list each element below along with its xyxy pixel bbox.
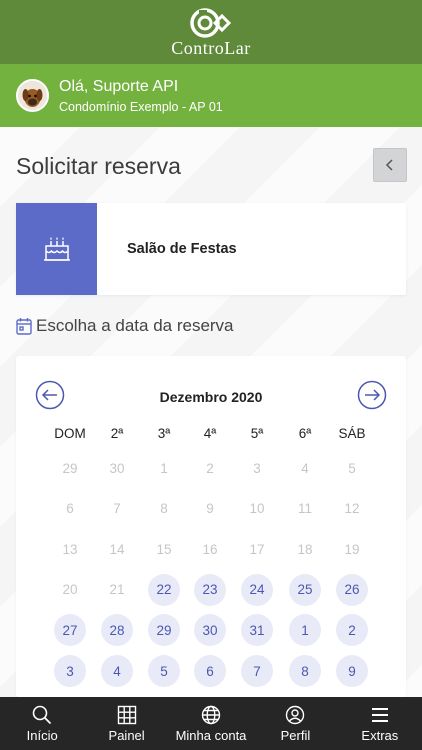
calendar-day-disabled: 5 (348, 460, 356, 476)
calendar-day-available[interactable]: 5 (148, 655, 180, 687)
date-section-text: Escolha a data da reserva (36, 316, 234, 335)
calendar-day-available[interactable]: 23 (194, 573, 226, 606)
weekday-header: 2ª (110, 426, 124, 441)
calendar-day-disabled: 2 (206, 460, 214, 476)
calendar-day-available[interactable]: 4 (101, 655, 133, 687)
weekday-header: 4ª (203, 426, 217, 441)
nav-label: Início (26, 727, 58, 743)
calendar-day-disabled: 17 (249, 541, 265, 557)
calendar-day-disabled: 3 (253, 460, 261, 476)
calendar-day-disabled: 19 (344, 541, 360, 557)
dog-avatar-icon (18, 81, 47, 110)
weekday-header: DOM (54, 426, 86, 441)
nav-label: Painel (108, 727, 145, 743)
user-icon (286, 705, 305, 724)
grid-icon (117, 705, 136, 724)
avatar[interactable] (16, 79, 49, 112)
weekday-header: 5ª (250, 426, 264, 441)
calendar-day-available[interactable]: 31 (241, 614, 273, 647)
calendar-day-disabled: 11 (297, 501, 312, 517)
calendar-day-available[interactable]: 22 (148, 573, 180, 606)
nav-label: Extras (361, 727, 399, 743)
condo-unit: Condomínio Exemplo - AP 01 (59, 99, 223, 114)
calendar-day-available[interactable]: 8 (289, 655, 321, 687)
calendar-month: Dezembro 2020 (159, 389, 263, 405)
calendar-day-disabled: 6 (66, 501, 74, 517)
nav-item-perfil[interactable]: Perfil (253, 697, 337, 750)
calendar-day-disabled: 14 (109, 541, 125, 557)
search-icon (32, 705, 52, 724)
calendar-day-disabled: 4 (301, 460, 309, 476)
calendar-day-available[interactable]: 2 (336, 614, 368, 647)
calendar-day-disabled: 18 (297, 541, 313, 557)
venue-card[interactable]: Salão de Festas (16, 203, 406, 295)
calendar-day-disabled: 15 (156, 541, 172, 557)
controlar-logo-icon (190, 7, 232, 38)
calendar: Dezembro 2020 DOM 2ª 3ª 4ª 5ª 6ª SÁB 29 30 1 2 3 4 5 6… (16, 356, 406, 697)
weekday-header: SÁB (338, 426, 366, 441)
calendar-day-available[interactable]: 24 (241, 573, 273, 606)
birthday-cake-icon (43, 237, 70, 261)
calendar-day-disabled: 29 (62, 460, 78, 476)
app-header: ControLar (0, 0, 422, 64)
bottom-nav: Início Painel Minha conta Perfil Extras (0, 697, 422, 750)
nav-item-minha-conta[interactable]: Minha conta (169, 697, 253, 750)
main-content: Solicitar reserva Salão de Festas Escolh… (0, 127, 422, 697)
logo-text: ControLar (171, 37, 251, 58)
calendar-day-disabled: 21 (109, 582, 125, 598)
venue-name: Salão de Festas (127, 241, 237, 257)
calendar-day-available[interactable]: 25 (289, 573, 321, 606)
calendar-day-available[interactable]: 28 (101, 614, 133, 647)
nav-item-inicio[interactable]: Início (0, 697, 84, 750)
weekday-header: 6ª (298, 426, 312, 441)
calendar-day-available[interactable]: 26 (336, 573, 368, 606)
calendar-day-available[interactable]: 1 (289, 614, 321, 647)
calendar-day-disabled: 8 (160, 501, 168, 517)
nav-item-painel[interactable]: Painel (84, 697, 168, 750)
page-title: Solicitar reserva (16, 153, 181, 179)
back-button[interactable] (373, 148, 407, 182)
calendar-day-available[interactable]: 29 (148, 614, 180, 647)
calendar-day-disabled: 16 (202, 541, 218, 557)
calendar-day-disabled: 12 (344, 501, 360, 517)
venue-icon-box (16, 203, 97, 295)
calendar-day-available[interactable]: 7 (241, 655, 273, 687)
nav-item-extras[interactable]: Extras (338, 697, 422, 750)
calendar-day-available[interactable]: 27 (54, 614, 86, 647)
calendar-day-disabled: 13 (62, 541, 78, 557)
calendar-day-disabled: 7 (113, 501, 121, 517)
date-section-label: Escolha a data da reserva (16, 316, 234, 336)
calendar-icon (16, 318, 32, 335)
calendar-day-available[interactable]: 9 (336, 655, 368, 687)
menu-icon (371, 707, 388, 722)
weekday-header: 3ª (157, 426, 171, 441)
calendar-day-available[interactable]: 3 (54, 655, 86, 687)
calendar-day-disabled: 1 (160, 460, 168, 476)
next-month-icon[interactable] (357, 380, 387, 410)
user-bar: Olá, Suporte API Condomínio Exemplo - AP… (0, 64, 422, 127)
calendar-day-disabled: 30 (109, 460, 125, 476)
nav-label: Perfil (280, 727, 311, 743)
user-greeting: Olá, Suporte API (59, 77, 179, 95)
globe-icon (201, 705, 221, 724)
nav-label: Minha conta (175, 727, 247, 743)
calendar-day-disabled: 9 (206, 501, 214, 517)
calendar-day-disabled: 10 (249, 501, 265, 517)
calendar-day-available[interactable]: 30 (194, 614, 226, 647)
calendar-day-available[interactable]: 6 (194, 655, 226, 687)
chevron-left-icon (385, 159, 393, 171)
calendar-day-disabled: 20 (62, 582, 78, 598)
